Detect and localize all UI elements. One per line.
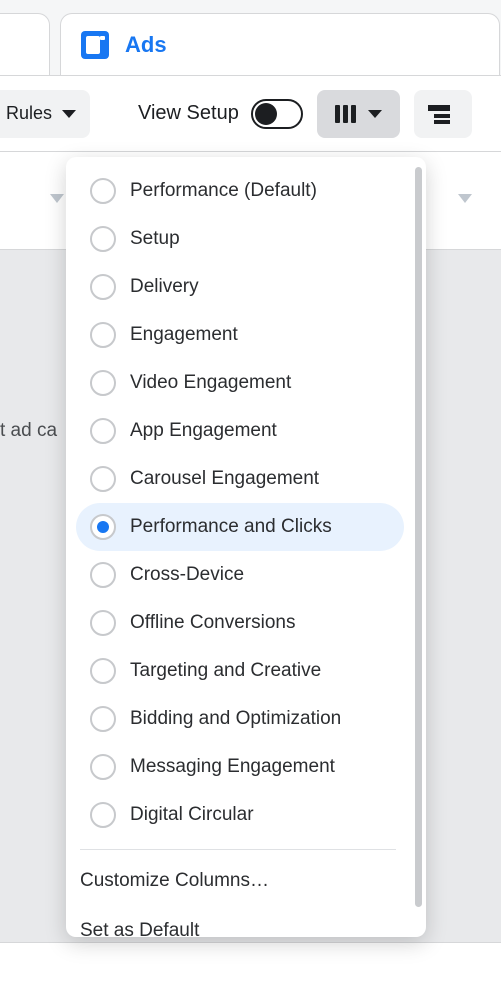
breakdown-button[interactable] [414, 90, 472, 138]
scrollbar-thumb[interactable] [415, 167, 422, 907]
view-setup-toggle[interactable] [251, 99, 303, 129]
chevron-down-icon [368, 110, 382, 118]
chevron-down-icon [62, 110, 76, 118]
preset-option-label: Engagement [130, 324, 238, 346]
preset-option-label: Performance and Clicks [130, 516, 332, 538]
radio-icon [90, 370, 116, 396]
rules-label: Rules [6, 103, 52, 124]
radio-icon [90, 514, 116, 540]
radio-icon [90, 274, 116, 300]
radio-icon [90, 562, 116, 588]
preset-option-label: App Engagement [130, 420, 277, 442]
radio-icon [90, 322, 116, 348]
toolbar: Rules View Setup [0, 76, 501, 152]
sort-caret-icon[interactable] [50, 194, 64, 203]
radio-icon [90, 418, 116, 444]
menu-divider [80, 849, 396, 850]
preset-option[interactable]: Targeting and Creative [76, 647, 404, 695]
preset-option[interactable]: Offline Conversions [76, 599, 404, 647]
preset-option[interactable]: App Engagement [76, 407, 404, 455]
preset-option-label: Targeting and Creative [130, 660, 321, 682]
footer-bar [0, 942, 501, 1000]
columns-button[interactable] [317, 90, 400, 138]
rules-button[interactable]: Rules [0, 90, 90, 138]
preset-option[interactable]: Performance (Default) [76, 167, 404, 215]
preset-option[interactable]: Digital Circular [76, 791, 404, 839]
preset-option-label: Digital Circular [130, 804, 254, 826]
radio-icon [90, 178, 116, 204]
preset-option-label: Performance (Default) [130, 180, 317, 202]
preset-option-label: Video Engagement [130, 372, 291, 394]
preset-option-label: Offline Conversions [130, 612, 295, 634]
view-setup-label: View Setup [138, 102, 239, 125]
breakdown-icon [428, 105, 450, 123]
toggle-knob [255, 103, 277, 125]
ads-icon [81, 31, 109, 59]
radio-icon [90, 658, 116, 684]
preset-option[interactable]: Video Engagement [76, 359, 404, 407]
radio-icon [90, 706, 116, 732]
radio-icon [90, 754, 116, 780]
preset-option[interactable]: Bidding and Optimization [76, 695, 404, 743]
menu-scrollbar[interactable] [410, 157, 426, 937]
prev-tab-partial[interactable] [0, 13, 50, 75]
preset-option[interactable]: Carousel Engagement [76, 455, 404, 503]
preset-option[interactable]: Setup [76, 215, 404, 263]
radio-icon [90, 466, 116, 492]
preset-option-label: Bidding and Optimization [130, 708, 341, 730]
view-setup-control: View Setup [138, 99, 303, 129]
columns-preset-menu: Performance (Default) Setup Delivery Engage… [66, 157, 426, 937]
preset-option-label: Setup [130, 228, 180, 250]
columns-icon [335, 105, 356, 123]
sort-caret-icon[interactable] [458, 194, 472, 203]
preset-option[interactable]: Messaging Engagement [76, 743, 404, 791]
tab-strip: Ads [0, 0, 501, 76]
preset-option[interactable]: Engagement [76, 311, 404, 359]
preset-option-label: Cross-Device [130, 564, 244, 586]
radio-icon [90, 802, 116, 828]
preset-option[interactable]: Delivery [76, 263, 404, 311]
preset-option-label: Messaging Engagement [130, 756, 335, 778]
preset-option[interactable]: Performance and Clicks [76, 503, 404, 551]
radio-icon [90, 226, 116, 252]
truncated-text: t ad ca [0, 420, 57, 442]
radio-icon [90, 610, 116, 636]
customize-columns-action[interactable]: Customize Columns… [66, 856, 410, 906]
columns-preset-list: Performance (Default) Setup Delivery Engage… [66, 157, 410, 937]
tab-ads-label: Ads [125, 32, 167, 58]
preset-option[interactable]: Cross-Device [76, 551, 404, 599]
set-as-default-action[interactable]: Set as Default [66, 906, 410, 937]
preset-option-label: Carousel Engagement [130, 468, 319, 490]
tab-ads[interactable]: Ads [60, 13, 500, 75]
preset-option-label: Delivery [130, 276, 199, 298]
